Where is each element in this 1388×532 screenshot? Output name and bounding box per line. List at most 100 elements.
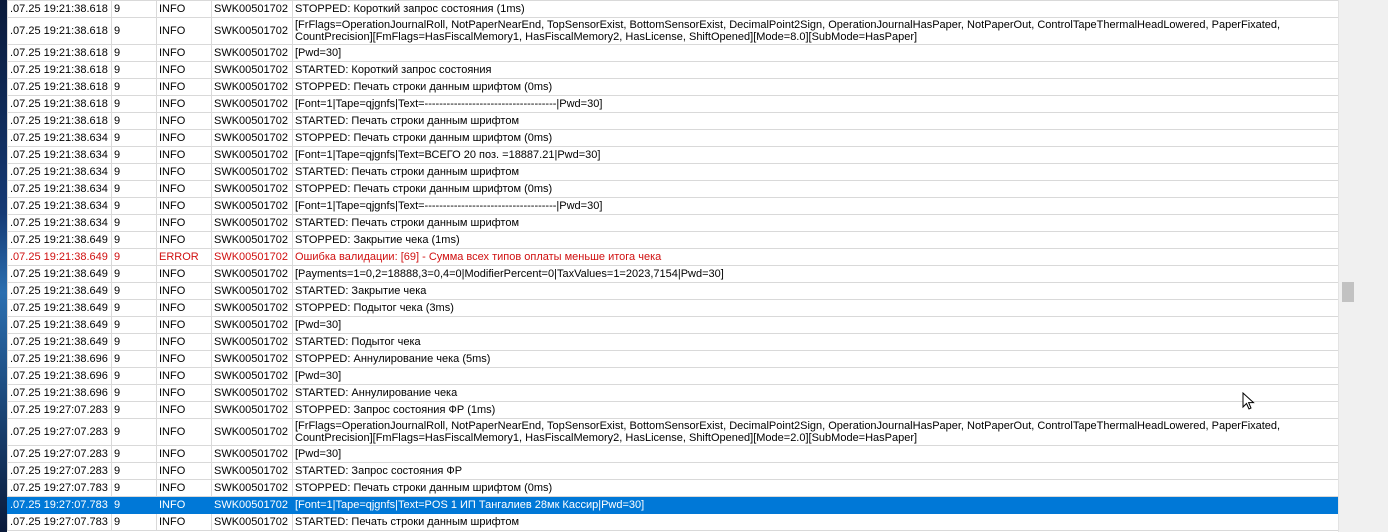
cell-thread: 9 (111, 513, 157, 531)
cell-level: INFO (156, 214, 212, 232)
scrollbar-thumb[interactable] (1342, 282, 1354, 302)
table-row[interactable]: .07.25 19:21:38.634 9 INFO SWK00501702 STOPP… (7, 129, 1338, 147)
table-row[interactable]: .07.25 19:21:38.696 9 INFO SWK00501702 START… (7, 384, 1338, 402)
cell-timestamp: .07.25 19:21:38.649 (7, 248, 112, 266)
cell-thread: 9 (111, 265, 157, 283)
table-row[interactable]: .07.25 19:27:07.283 9 INFO SWK00501702 [Pwd=… (7, 445, 1338, 463)
cell-source: SWK00501702 (211, 513, 293, 531)
cell-timestamp: .07.25 19:21:38.634 (7, 129, 112, 147)
table-row[interactable]: .07.25 19:21:38.618 9 INFO SWK00501702 [FrFl… (7, 17, 1338, 45)
cell-source: SWK00501702 (211, 163, 293, 181)
cell-message: STARTED: Аннулирование чека (292, 384, 1338, 402)
cell-source: SWK00501702 (211, 333, 293, 351)
table-row[interactable]: .07.25 19:21:38.649 9 INFO SWK00501702 STOPP… (7, 231, 1338, 249)
table-row[interactable]: .07.25 19:27:07.283 9 INFO SWK00501702 STOPP… (7, 401, 1338, 419)
cell-level: INFO (156, 78, 212, 96)
table-row[interactable]: .07.25 19:21:38.696 9 INFO SWK00501702 STOPP… (7, 350, 1338, 368)
table-row[interactable]: .07.25 19:21:38.618 9 INFO SWK00501702 [Font… (7, 95, 1338, 113)
cell-thread: 9 (111, 17, 157, 45)
cell-thread: 9 (111, 316, 157, 334)
cell-source: SWK00501702 (211, 197, 293, 215)
cell-thread: 9 (111, 401, 157, 419)
cell-timestamp: .07.25 19:21:38.696 (7, 384, 112, 402)
cell-message: STARTED: Печать строки данным шрифтом (292, 214, 1338, 232)
table-row[interactable]: .07.25 19:21:38.649 9 INFO SWK00501702 [Paym… (7, 265, 1338, 283)
cell-thread: 9 (111, 0, 157, 18)
cell-source: SWK00501702 (211, 17, 293, 45)
table-row[interactable]: .07.25 19:21:38.618 9 INFO SWK00501702 STOPP… (7, 78, 1338, 96)
table-row[interactable]: .07.25 19:21:38.634 9 INFO SWK00501702 START… (7, 163, 1338, 181)
cell-source: SWK00501702 (211, 299, 293, 317)
cell-message: [Font=1|Tape=qjgnfs|Text=---------------… (292, 197, 1338, 215)
table-row[interactable]: .07.25 19:21:38.649 9 ERROR SWK00501702 Ошиб… (7, 248, 1338, 266)
cell-source: SWK00501702 (211, 78, 293, 96)
vertical-scrollbar[interactable] (1338, 0, 1357, 532)
cell-timestamp: .07.25 19:21:38.649 (7, 265, 112, 283)
cell-level: INFO (156, 61, 212, 79)
cell-source: SWK00501702 (211, 265, 293, 283)
table-row[interactable]: .07.25 19:21:38.649 9 INFO SWK00501702 [Pwd=… (7, 316, 1338, 334)
cell-message: Ошибка валидации: [69] - Сумма всех типо… (292, 248, 1338, 266)
log-table: .07.25 19:21:38.618 9 INFO SWK00501702 STOPP… (7, 0, 1338, 531)
table-row[interactable]: .07.25 19:21:38.696 9 INFO SWK00501702 [Pwd=… (7, 367, 1338, 385)
cell-thread: 9 (111, 180, 157, 198)
cell-level: INFO (156, 479, 212, 497)
cell-timestamp: .07.25 19:21:38.618 (7, 112, 112, 130)
log-grid[interactable]: .07.25 19:21:38.618 9 INFO SWK00501702 STOPP… (7, 0, 1338, 532)
cell-thread: 9 (111, 214, 157, 232)
cell-timestamp: .07.25 19:27:07.283 (7, 418, 112, 446)
cell-level: INFO (156, 282, 212, 300)
cell-timestamp: .07.25 19:21:38.634 (7, 146, 112, 164)
cell-source: SWK00501702 (211, 95, 293, 113)
cell-level: INFO (156, 17, 212, 45)
cell-level: INFO (156, 367, 212, 385)
table-row-selected[interactable]: .07.25 19:27:07.783 9 INFO SWK00501702 [Font… (7, 496, 1338, 514)
table-row[interactable]: .07.25 19:27:07.283 9 INFO SWK00501702 [FrFl… (7, 418, 1338, 446)
cell-source: SWK00501702 (211, 248, 293, 266)
cell-thread: 9 (111, 197, 157, 215)
table-row[interactable]: .07.25 19:21:38.649 9 INFO SWK00501702 START… (7, 282, 1338, 300)
cell-level: ERROR (156, 248, 212, 266)
cell-message: [Pwd=30] (292, 367, 1338, 385)
cell-source: SWK00501702 (211, 401, 293, 419)
table-row[interactable]: .07.25 19:21:38.649 9 INFO SWK00501702 START… (7, 333, 1338, 351)
table-row[interactable]: .07.25 19:27:07.783 9 INFO SWK00501702 START… (7, 513, 1338, 531)
cell-thread: 9 (111, 146, 157, 164)
table-row[interactable]: .07.25 19:21:38.634 9 INFO SWK00501702 START… (7, 214, 1338, 232)
table-row[interactable]: .07.25 19:27:07.283 9 INFO SWK00501702 START… (7, 462, 1338, 480)
cell-source: SWK00501702 (211, 180, 293, 198)
cell-timestamp: .07.25 19:21:38.634 (7, 163, 112, 181)
cell-level: INFO (156, 231, 212, 249)
table-row[interactable]: .07.25 19:21:38.649 9 INFO SWK00501702 STOPP… (7, 299, 1338, 317)
cell-timestamp: .07.25 19:21:38.634 (7, 180, 112, 198)
cell-source: SWK00501702 (211, 214, 293, 232)
cell-source: SWK00501702 (211, 44, 293, 62)
cell-message: STARTED: Закрытие чека (292, 282, 1338, 300)
table-row[interactable]: .07.25 19:21:38.618 9 INFO SWK00501702 STOPP… (7, 0, 1338, 18)
cell-message: STOPPED: Короткий запрос состояния (1ms) (292, 0, 1338, 18)
table-row[interactable]: .07.25 19:21:38.618 9 INFO SWK00501702 START… (7, 61, 1338, 79)
cell-source: SWK00501702 (211, 112, 293, 130)
cell-level: INFO (156, 445, 212, 463)
table-row[interactable]: .07.25 19:21:38.634 9 INFO SWK00501702 [Font… (7, 146, 1338, 164)
cell-timestamp: .07.25 19:27:07.283 (7, 401, 112, 419)
cell-timestamp: .07.25 19:21:38.649 (7, 333, 112, 351)
cell-source: SWK00501702 (211, 496, 293, 514)
cell-timestamp: .07.25 19:21:38.618 (7, 17, 112, 45)
cell-level: INFO (156, 44, 212, 62)
table-row[interactable]: .07.25 19:21:38.634 9 INFO SWK00501702 STOPP… (7, 180, 1338, 198)
cell-source: SWK00501702 (211, 129, 293, 147)
table-row[interactable]: .07.25 19:21:38.618 9 INFO SWK00501702 [Pwd=… (7, 44, 1338, 62)
cell-thread: 9 (111, 44, 157, 62)
table-row[interactable]: .07.25 19:21:38.634 9 INFO SWK00501702 [Font… (7, 197, 1338, 215)
cell-source: SWK00501702 (211, 462, 293, 480)
cell-level: INFO (156, 265, 212, 283)
cell-message: [Pwd=30] (292, 44, 1338, 62)
cell-thread: 9 (111, 479, 157, 497)
table-row[interactable]: .07.25 19:27:07.783 9 INFO SWK00501702 STOPP… (7, 479, 1338, 497)
cell-message: [Pwd=30] (292, 445, 1338, 463)
table-row[interactable]: .07.25 19:21:38.618 9 INFO SWK00501702 START… (7, 112, 1338, 130)
cell-level: INFO (156, 418, 212, 446)
cell-timestamp: .07.25 19:21:38.618 (7, 95, 112, 113)
cell-source: SWK00501702 (211, 479, 293, 497)
